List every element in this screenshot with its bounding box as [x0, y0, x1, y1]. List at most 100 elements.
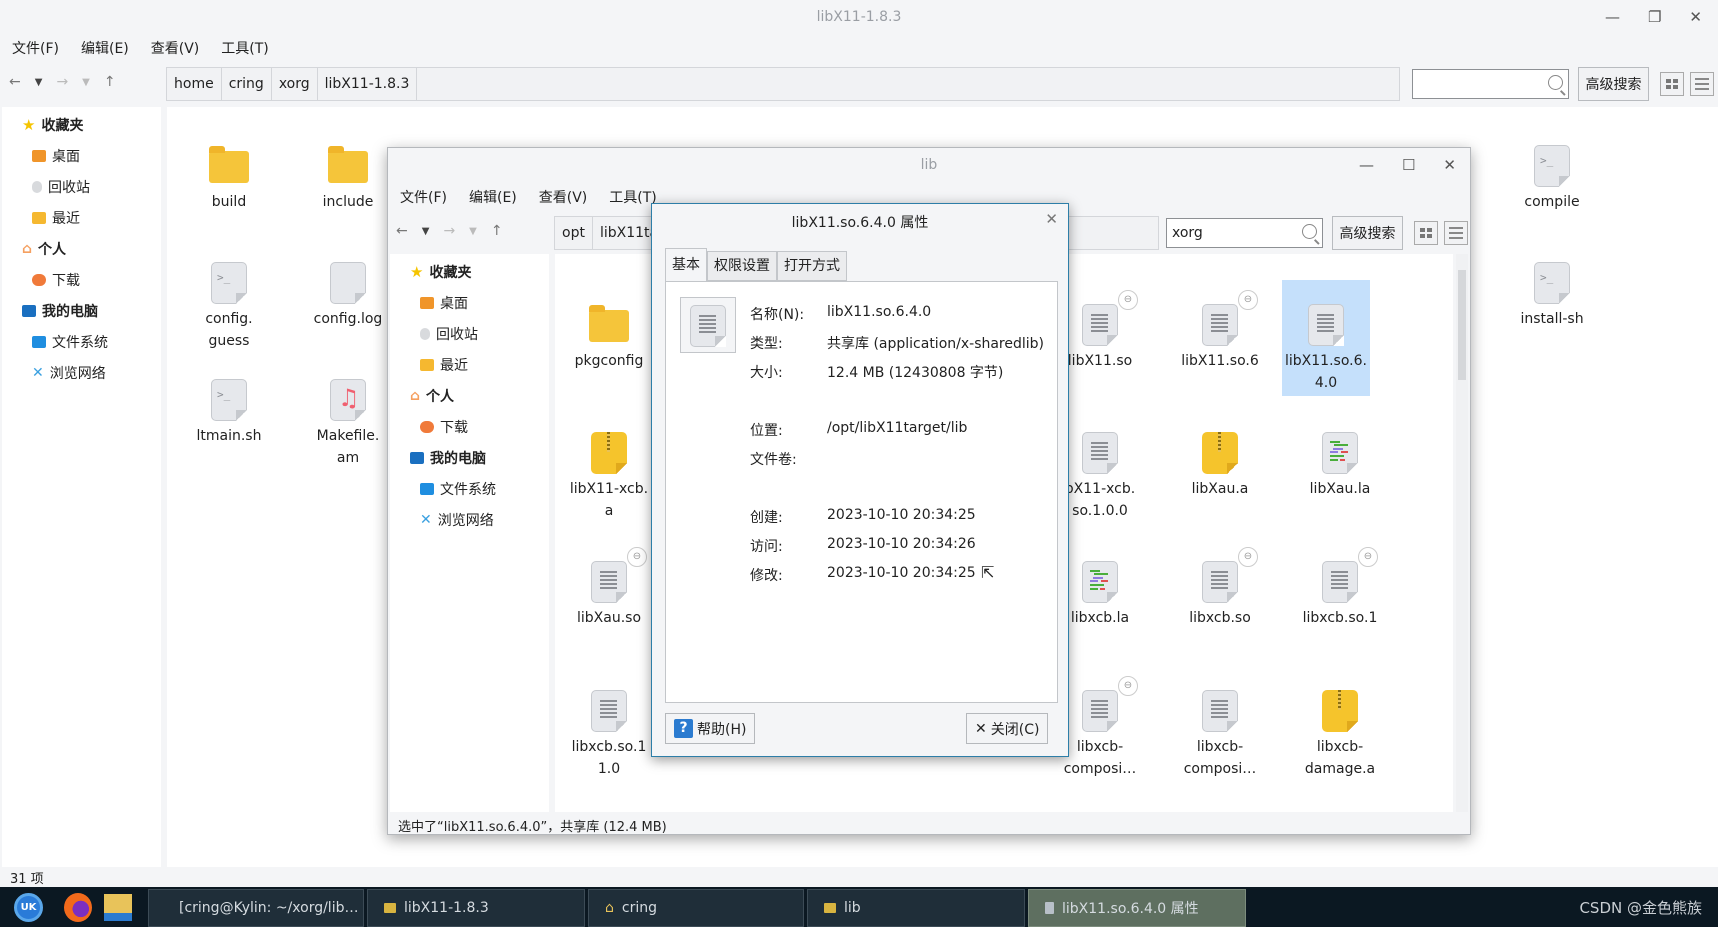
sidebar-item-computer[interactable]: 我的电脑 [22, 301, 98, 321]
file-item-include[interactable]: include [294, 145, 402, 213]
sidebar-item-filesystem[interactable]: 文件系统 [32, 332, 108, 352]
menu-edit[interactable]: 编辑(E) [81, 38, 129, 58]
search-input[interactable] [1412, 69, 1569, 99]
scrollbar[interactable] [1456, 254, 1468, 812]
close-button[interactable]: ✕ [1689, 8, 1702, 26]
file-item-config-guess[interactable]: >_ config. guess [175, 262, 283, 352]
sidebar-item-filesystem[interactable]: 文件系统 [420, 479, 496, 499]
menu-tools[interactable]: 工具(T) [609, 187, 656, 207]
sidebar-item-downloads[interactable]: 下载 [420, 417, 468, 437]
sidebar-item-network[interactable]: ✕ 浏览网络 [420, 510, 494, 530]
taskbar-item-libx11[interactable]: libX11-1.8.3 [367, 889, 585, 927]
sidebar-item-personal[interactable]: ⌂ 个人 [22, 239, 66, 259]
drive-icon [32, 336, 46, 348]
menu-tools[interactable]: 工具(T) [221, 38, 268, 58]
file-item-install-sh[interactable]: >_ install-sh [1498, 262, 1606, 330]
restore-button[interactable]: ❐ [1648, 8, 1661, 26]
scrollbar-thumb[interactable] [1458, 270, 1466, 380]
breadcrumb-xorg[interactable]: xorg [271, 68, 318, 100]
forward-arrow-icon[interactable]: → [56, 74, 68, 90]
taskbar-item-cring[interactable]: ⌂ cring [588, 889, 804, 927]
sidebar-item-favorites[interactable]: ★ 收藏夹 [22, 115, 83, 135]
file-item[interactable]: libXau.la [1286, 432, 1394, 500]
tab-open-with[interactable]: 打开方式 [777, 251, 847, 281]
file-item-compile[interactable]: >_ compile [1498, 145, 1606, 213]
menu-edit[interactable]: 编辑(E) [469, 187, 517, 207]
start-menu-icon[interactable]: UK [14, 893, 43, 922]
taskbar-item-properties[interactable]: libX11.so.6.4.0 属性 [1028, 889, 1246, 927]
menu-file[interactable]: 文件(F) [12, 38, 59, 58]
forward-arrow-icon[interactable]: → [443, 223, 455, 239]
file-item-selected[interactable]: libX11.so.6. 4.0 [1282, 280, 1370, 396]
maximize-button[interactable]: ☐ [1402, 156, 1415, 174]
breadcrumb-cring[interactable]: cring [221, 68, 272, 100]
script-file-icon: >_ [211, 379, 247, 421]
forward-dropdown-icon[interactable]: ▼ [82, 77, 90, 88]
search-input[interactable]: xorg [1166, 218, 1323, 248]
file-item[interactable]: ⊖ libxcb.so [1166, 547, 1274, 629]
name-value[interactable]: libX11.so.6.4.0 [827, 304, 931, 320]
back-dropdown-icon[interactable]: ▼ [35, 77, 43, 88]
file-item[interactable]: libXau.a [1166, 432, 1274, 500]
breadcrumb-home[interactable]: home [167, 68, 222, 100]
file-item-config-log[interactable]: config.log [294, 262, 402, 330]
icon-view-button[interactable] [1414, 221, 1438, 245]
minimize-button[interactable]: — [1359, 156, 1374, 174]
sidebar-item-desktop[interactable]: 桌面 [420, 293, 468, 313]
sidebar-item-desktop[interactable]: 桌面 [32, 146, 80, 166]
file-manager-icon[interactable] [104, 894, 132, 921]
sidebar-item-trash[interactable]: 回收站 [420, 324, 478, 344]
taskbar-item-terminal[interactable]: [cring@Kylin: ~/xorg/lib… [148, 889, 364, 927]
dialog-close-icon[interactable]: ✕ [1045, 210, 1058, 228]
help-button[interactable]: ? 帮助(H) [665, 713, 756, 744]
help-icon: ? [674, 719, 693, 738]
back-arrow-icon[interactable]: ← [396, 223, 408, 239]
document-icon: ⊖ [1202, 547, 1258, 603]
breadcrumb-opt[interactable]: opt [555, 217, 593, 249]
forward-dropdown-icon[interactable]: ▼ [469, 226, 477, 237]
firefox-icon[interactable] [64, 893, 92, 922]
back-dropdown-icon[interactable]: ▼ [422, 226, 430, 237]
sidebar-item-computer[interactable]: 我的电脑 [410, 448, 486, 468]
up-arrow-icon[interactable]: ↑ [104, 74, 116, 90]
file-item-ltmain-sh[interactable]: >_ ltmain.sh [175, 379, 283, 447]
up-arrow-icon[interactable]: ↑ [491, 223, 503, 239]
file-item-build[interactable]: build [175, 145, 283, 213]
file-item[interactable]: libxcb.so.1 1.0 [555, 690, 663, 780]
download-icon [420, 421, 434, 433]
watermark: CSDN @金色熊族 [1579, 899, 1702, 917]
list-view-button[interactable] [1690, 72, 1714, 96]
breadcrumb-libx11[interactable]: libX11-1.8.3 [317, 68, 418, 100]
sidebar-item-recent[interactable]: 最近 [420, 355, 468, 375]
advanced-search-button[interactable]: 高级搜索 [1578, 67, 1649, 101]
back-arrow-icon[interactable]: ← [9, 74, 21, 90]
file-item[interactable]: ⊖ libXau.so [555, 547, 663, 629]
sidebar-item-downloads[interactable]: 下载 [32, 270, 80, 290]
advanced-search-button[interactable]: 高级搜索 [1332, 216, 1403, 250]
file-item[interactable]: libxcb- damage.a [1286, 690, 1394, 780]
file-item[interactable]: ⊖ libxcb.so.1 [1286, 547, 1394, 629]
menu-file[interactable]: 文件(F) [400, 187, 447, 207]
icon-view-button[interactable] [1660, 72, 1684, 96]
file-name: libX11.so [1067, 353, 1133, 369]
file-item[interactable]: libxcb- composi… [1166, 690, 1274, 780]
close-dialog-button[interactable]: ✕ 关闭(C) [966, 713, 1049, 744]
menu-view[interactable]: 查看(V) [151, 38, 200, 58]
tab-permissions[interactable]: 权限设置 [707, 251, 777, 281]
sidebar-item-favorites[interactable]: ★ 收藏夹 [410, 262, 471, 282]
menu-view[interactable]: 查看(V) [539, 187, 588, 207]
file-item[interactable]: ⊖ libX11.so.6 [1166, 290, 1274, 372]
sidebar-item-personal[interactable]: ⌂ 个人 [410, 386, 454, 406]
file-item-makefile-am[interactable]: ♫ Makefile. am [294, 379, 402, 469]
file-item[interactable]: pkgconfig [555, 304, 663, 372]
file-item[interactable]: libX11-xcb. a [555, 432, 663, 522]
tab-basic[interactable]: 基本 [665, 248, 707, 282]
sidebar-label: 个人 [426, 389, 455, 405]
taskbar-item-lib[interactable]: lib [807, 889, 1025, 927]
minimize-button[interactable]: — [1605, 8, 1620, 26]
sidebar-item-network[interactable]: ✕ 浏览网络 [32, 363, 106, 383]
sidebar-item-recent[interactable]: 最近 [32, 208, 80, 228]
close-button[interactable]: ✕ [1443, 156, 1456, 174]
sidebar-item-trash[interactable]: 回收站 [32, 177, 90, 197]
list-view-button[interactable] [1444, 221, 1468, 245]
